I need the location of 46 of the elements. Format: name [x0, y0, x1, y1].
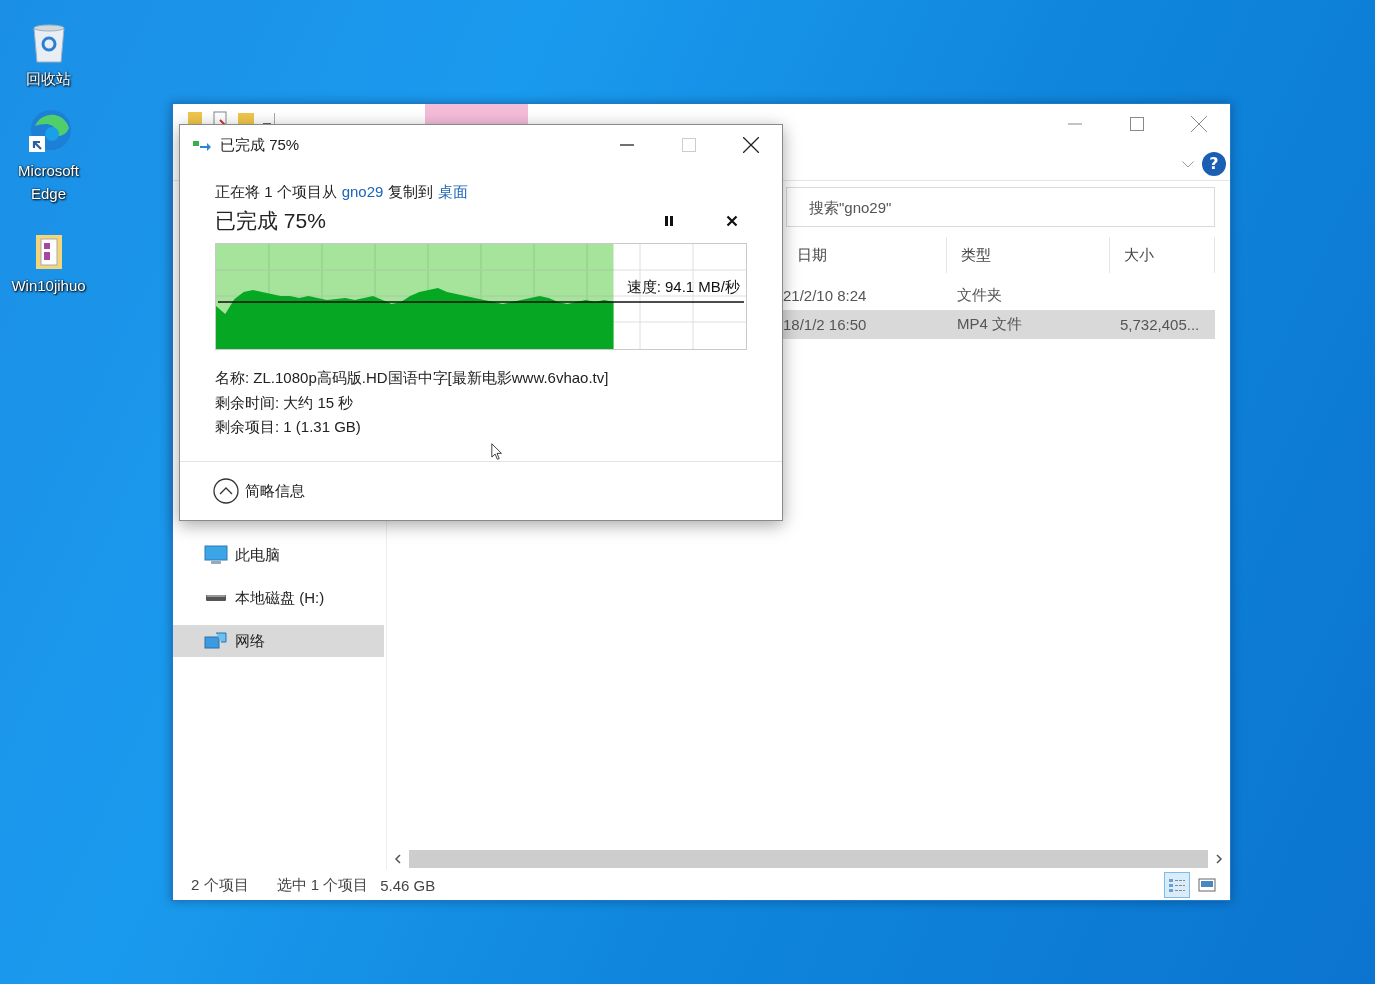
file-icon — [33, 233, 64, 271]
pause-icon — [664, 215, 674, 227]
nav-item[interactable]: 网络 — [173, 625, 384, 657]
selection-count: 选中 1 个项目 — [276, 875, 369, 895]
close-icon — [743, 137, 759, 153]
detail-line: 剩余项目: 1 (1.31 GB) — [215, 417, 362, 437]
file-row[interactable]: 18/1/2 16:50 MP4 文件 5,732,405... — [783, 310, 1215, 339]
item-count: 2 个项目 — [191, 875, 249, 895]
maximize-icon — [682, 138, 696, 152]
expand-ribbon-button[interactable] — [1182, 160, 1194, 168]
minimize-icon — [1068, 123, 1082, 125]
copy-summary: 正在将 1 个项目从 gno29 复制到 桌面 — [215, 181, 746, 203]
close-icon — [726, 215, 738, 227]
preview-view-icon — [1197, 876, 1217, 894]
column-header[interactable]: 大小 — [1110, 237, 1215, 273]
detail-line: 名称: ZL.1080p高码版.HD国语中字[最新电影www.6vhao.tv] — [215, 368, 610, 388]
close-icon — [1191, 116, 1207, 132]
nav-item[interactable]: 本地磁盘 (H:) — [173, 582, 384, 614]
recycle-bin-icon — [30, 22, 67, 64]
network-icon — [204, 631, 228, 651]
drive-icon — [206, 595, 226, 601]
monitor-icon — [204, 545, 228, 565]
chevron-down-icon — [1182, 160, 1194, 168]
cursor-icon — [491, 443, 503, 460]
search-field[interactable]: 搜索"gno29" — [786, 187, 1215, 227]
details-view-icon — [1167, 876, 1187, 894]
dialog-title: 已完成 75% — [220, 135, 300, 155]
chevron-right-icon — [1215, 854, 1223, 864]
scrollbar-thumb[interactable] — [409, 850, 1208, 868]
folder-link[interactable]: gno29 — [341, 181, 384, 203]
folder-link[interactable]: 桌面 — [438, 181, 469, 203]
minimize-icon — [620, 144, 634, 146]
collapse-icon — [213, 478, 239, 504]
maximize-icon — [1130, 117, 1144, 131]
detail-line: 剩余时间: 大约 15 秒 — [215, 392, 355, 413]
details-toggle[interactable]: 简略信息 — [213, 478, 305, 504]
progress-heading: 已完成 75% — [215, 208, 326, 234]
chevron-left-icon — [394, 854, 402, 864]
details-view-button[interactable] — [1164, 872, 1190, 898]
speed-reading: 速度: 94.1 MB/秒 — [626, 278, 740, 297]
help-button[interactable]: ? — [1202, 152, 1226, 176]
nav-item[interactable]: 此电脑 — [173, 539, 384, 571]
transfer-icon — [192, 138, 212, 152]
file-row[interactable]: 21/2/10 8:24 文件夹 — [783, 281, 1215, 310]
selection-size: 5.46 GB — [380, 876, 436, 894]
column-header[interactable]: 类型 — [947, 237, 1110, 273]
